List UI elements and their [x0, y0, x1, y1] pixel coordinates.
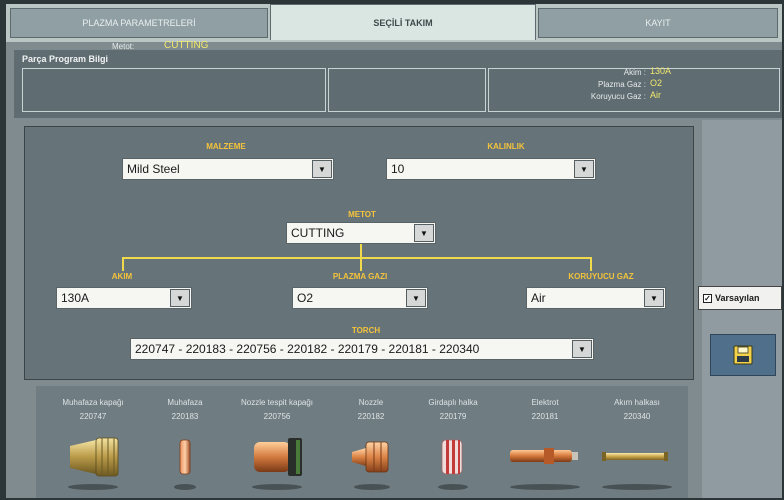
consumable-code: 220182 — [357, 412, 385, 421]
item-shadow — [438, 484, 468, 490]
info-plazma-gaz-label: Plazma Gaz : — [597, 80, 646, 89]
checkbox-check-icon[interactable]: ✓ — [703, 293, 712, 303]
info-metot-value: CUTTING — [164, 40, 209, 51]
kalinlik-select-value: 10 — [391, 162, 405, 176]
consumable-code: 220181 — [531, 412, 559, 421]
koruyucu-gaz-select[interactable]: Air ▼ — [526, 287, 666, 309]
shield-cap-icon — [70, 437, 119, 477]
torch-label: TORCH — [351, 326, 381, 335]
consumable-name: Nozzle — [358, 398, 384, 407]
varsayilan-label: Varsayılan — [715, 293, 760, 303]
connector-line — [360, 257, 362, 271]
item-shadow — [174, 484, 196, 490]
chevron-down-icon[interactable]: ▼ — [406, 289, 426, 307]
consumable-name: Nozzle tespit kapağı — [240, 398, 314, 407]
tab-kayit[interactable]: KAYIT — [538, 8, 778, 38]
plazma-gazi-label: PLAZMA GAZI — [332, 272, 388, 281]
chevron-down-icon[interactable]: ▼ — [414, 224, 434, 242]
varsayilan-checkbox[interactable]: ✓ Varsayılan — [698, 286, 782, 310]
consumable-name: Muhafaza kapağı — [62, 398, 124, 407]
item-shadow — [510, 484, 580, 490]
plazma-gazi-select[interactable]: O2 ▼ — [292, 287, 428, 309]
connector-line — [122, 257, 592, 259]
koruyucu-gaz-select-value: Air — [531, 291, 546, 305]
malzeme-select-value: Mild Steel — [127, 162, 180, 176]
tab-plazma-parametreleri[interactable]: PLAZMA PARAMETRELERİ — [10, 8, 268, 38]
chevron-down-icon[interactable]: ▼ — [572, 340, 592, 358]
tab-bar: PLAZMA PARAMETRELERİ SEÇİLİ TAKIM KAYIT — [6, 4, 782, 42]
consumables-panel: Muhafaza kapağı 220747 Muhafaza 220183 N — [36, 386, 688, 498]
kalinlik-select[interactable]: 10 ▼ — [386, 158, 596, 180]
consumable-code: 220179 — [439, 412, 467, 421]
info-akim-label: Akim : — [623, 68, 646, 77]
item-shadow — [354, 484, 390, 490]
info-box-empty — [328, 68, 486, 112]
info-panel-title: Parça Program Bilgi — [22, 54, 109, 64]
chevron-down-icon[interactable]: ▼ — [170, 289, 190, 307]
consumable-name: Elektrot — [531, 398, 559, 407]
current-ring-icon — [602, 452, 668, 461]
floppy-disk-icon — [733, 345, 753, 365]
item-shadow — [602, 484, 672, 490]
torch-select-value: 220747 - 220183 - 220756 - 220182 - 2201… — [135, 342, 480, 356]
swirl-ring-icon — [441, 439, 463, 475]
consumable-code: 220183 — [171, 412, 199, 421]
consumable-name: Girdaplı halka — [428, 398, 478, 407]
info-koruyucu-gaz-label: Koruyucu Gaz : — [590, 92, 646, 101]
save-button[interactable] — [710, 334, 776, 376]
metot-select[interactable]: CUTTING ▼ — [286, 222, 436, 244]
chevron-down-icon[interactable]: ▼ — [644, 289, 664, 307]
info-akim-value: 130A — [650, 66, 672, 76]
consumable-name: Muhafaza — [167, 398, 203, 407]
info-box-metot — [22, 68, 326, 112]
nozzle-icon — [352, 441, 389, 473]
consumable-code: 220340 — [623, 412, 651, 421]
malzeme-select[interactable]: Mild Steel ▼ — [122, 158, 334, 180]
torch-select[interactable]: 220747 - 220183 - 220756 - 220182 - 2201… — [130, 338, 594, 360]
metot-select-value: CUTTING — [291, 226, 345, 240]
connector-line — [360, 244, 362, 258]
info-plazma-gaz-value: O2 — [650, 78, 663, 88]
metot-label: METOT — [348, 210, 376, 219]
consumable-code: 220747 — [79, 412, 107, 421]
info-koruyucu-gaz-value: Air — [650, 90, 661, 100]
akim-label: AKIM — [111, 272, 133, 281]
info-metot-label: Metot: — [112, 42, 135, 51]
consumable-code: 220756 — [263, 412, 291, 421]
electrode-icon — [510, 448, 578, 464]
connector-line — [590, 257, 592, 271]
akim-select-value: 130A — [61, 291, 90, 305]
plazma-gazi-select-value: O2 — [297, 291, 314, 305]
application-screen: PLAZMA PARAMETRELERİ SEÇİLİ TAKIM KAYIT … — [6, 4, 782, 498]
shield-ring-icon — [179, 439, 191, 475]
akim-select[interactable]: 130A ▼ — [56, 287, 192, 309]
connector-line — [122, 257, 124, 271]
retaining-cap-icon — [254, 438, 302, 476]
kalinlik-label: KALINLIK — [487, 142, 525, 151]
chevron-down-icon[interactable]: ▼ — [574, 160, 594, 178]
part-program-info-panel: Parça Program Bilgi — [14, 50, 782, 118]
chevron-down-icon[interactable]: ▼ — [312, 160, 332, 178]
malzeme-label: MALZEME — [206, 142, 246, 151]
consumable-name: Akım halkası — [614, 398, 660, 407]
item-shadow — [252, 484, 302, 490]
item-shadow — [68, 484, 118, 490]
tab-secili-takim[interactable]: SEÇİLİ TAKIM — [270, 4, 536, 40]
koruyucu-gaz-label: KORUYUCU GAZ — [568, 272, 634, 281]
